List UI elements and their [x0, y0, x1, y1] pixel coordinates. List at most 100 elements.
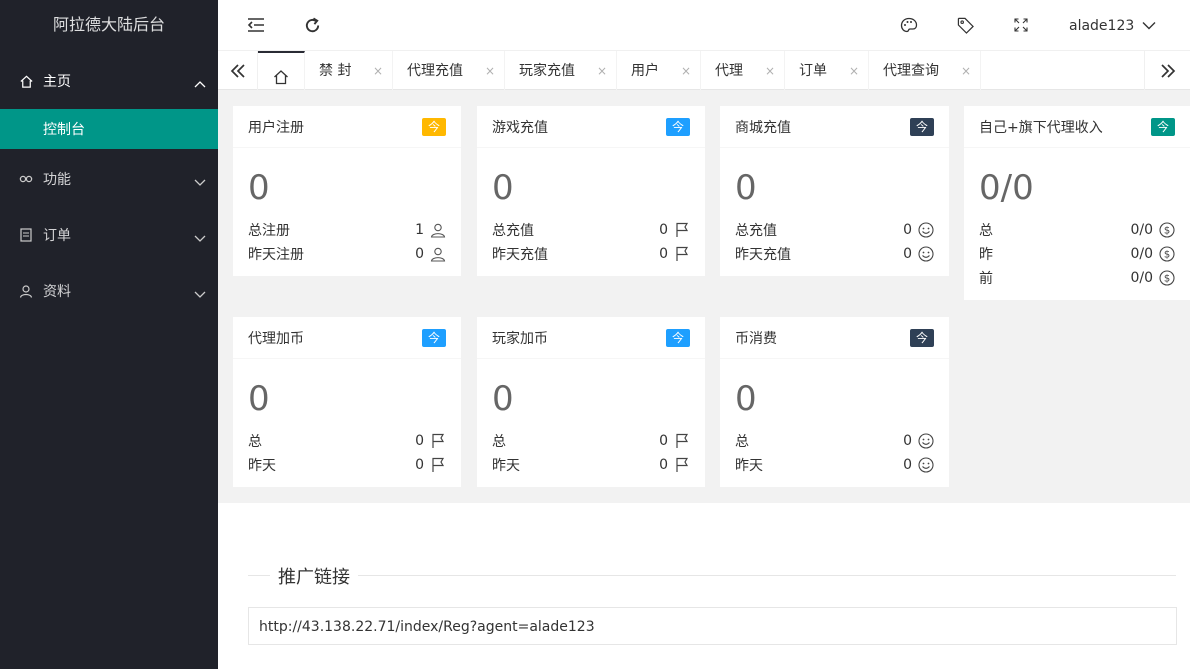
- row-value: 0: [415, 246, 424, 262]
- card-row: 总 0: [720, 429, 949, 453]
- row-value: 0: [659, 433, 668, 449]
- promo-link-field[interactable]: http://43.138.22.71/index/Reg?agent=alad…: [248, 607, 1177, 645]
- svg-text:$: $: [1164, 250, 1170, 261]
- sidebar-item-label: 功能: [43, 172, 71, 188]
- flag-icon: [674, 433, 690, 449]
- today-badge: 今: [1151, 117, 1175, 136]
- tab-label: 禁 封: [319, 63, 352, 79]
- card-row: 昨天 0: [233, 453, 461, 477]
- tab-bar: 禁 封 × 代理充值 × 玩家充值 × 用户 × 代理 × 订单 × 代理查询 …: [218, 50, 1190, 90]
- sidebar-item-features[interactable]: 功能: [0, 151, 218, 207]
- smile-icon: [918, 433, 934, 449]
- tab-label: 用户: [631, 63, 659, 79]
- chevron-up-icon: [194, 76, 206, 88]
- sidebar-item-profile[interactable]: 资料: [0, 263, 218, 319]
- card-row: 总充值 0: [720, 218, 949, 242]
- tab-player-recharge[interactable]: 玩家充值 ×: [505, 51, 617, 90]
- tab-home[interactable]: [258, 51, 305, 90]
- flag-icon: [674, 222, 690, 238]
- row-label: 昨天充值: [492, 247, 548, 263]
- menu-collapse-icon[interactable]: [246, 15, 266, 35]
- tab-scroll-right-icon[interactable]: [1144, 51, 1190, 90]
- refresh-icon[interactable]: [302, 15, 322, 35]
- card-title: 币消费: [735, 330, 777, 347]
- close-icon[interactable]: ×: [849, 51, 859, 91]
- card-value: 0: [735, 379, 757, 419]
- row-label: 总注册: [248, 223, 290, 239]
- card-title: 游戏充值: [492, 119, 548, 136]
- row-label: 总充值: [735, 223, 777, 239]
- divider: [248, 575, 1176, 576]
- card-row: 总 0: [477, 429, 705, 453]
- close-icon[interactable]: ×: [765, 51, 775, 91]
- flag-icon: [674, 457, 690, 473]
- today-badge: 今: [666, 328, 690, 347]
- row-label: 昨: [979, 247, 993, 263]
- card-value: 0: [492, 168, 514, 208]
- chevron-down-icon: [194, 286, 206, 298]
- row-value: 0: [659, 246, 668, 262]
- today-badge: 今: [422, 117, 446, 136]
- stat-card-agent-income: 自己+旗下代理收入 今 0/0 总 0/0 $ 昨 0/0 $ 前 0/0 $: [964, 106, 1190, 300]
- card-title: 用户注册: [248, 119, 304, 136]
- close-icon[interactable]: ×: [597, 51, 607, 91]
- row-value: 0: [659, 457, 668, 473]
- tab-orders[interactable]: 订单 ×: [785, 51, 869, 90]
- row-label: 前: [979, 271, 993, 287]
- row-value: 0/0: [1130, 270, 1153, 286]
- row-value: 0: [415, 433, 424, 449]
- card-value: 0: [248, 379, 270, 419]
- tab-agent-recharge[interactable]: 代理充值 ×: [393, 51, 505, 90]
- sidebar-item-orders[interactable]: 订单: [0, 207, 218, 263]
- sidebar-item-label: 资料: [43, 284, 71, 300]
- sidebar-item-home[interactable]: 主页: [0, 53, 218, 109]
- card-title: 商城充值: [735, 119, 791, 136]
- card-title: 自己+旗下代理收入: [979, 119, 1103, 136]
- tab-agents[interactable]: 代理 ×: [701, 51, 785, 90]
- card-value: 0/0: [979, 168, 1034, 208]
- user-icon: [430, 246, 446, 262]
- row-value: 0/0: [1130, 246, 1153, 262]
- row-value: 0/0: [1130, 222, 1153, 238]
- row-value: 0: [659, 222, 668, 238]
- card-title: 代理加币: [248, 330, 304, 347]
- tab-agent-query[interactable]: 代理查询 ×: [869, 51, 981, 90]
- chevron-down-icon: [1142, 0, 1156, 52]
- user-icon: [430, 222, 446, 238]
- tab-users[interactable]: 用户 ×: [617, 51, 701, 90]
- card-title: 玩家加币: [492, 330, 548, 347]
- link-icon: [18, 171, 34, 187]
- row-value: 0: [903, 246, 912, 262]
- sidebar-item-label: 主页: [43, 74, 71, 90]
- promo-title: 推广链接: [270, 563, 358, 589]
- user-menu[interactable]: alade123: [1069, 0, 1156, 50]
- row-label: 昨天充值: [735, 247, 791, 263]
- dollar-icon: $: [1159, 246, 1175, 262]
- dollar-icon: $: [1159, 270, 1175, 286]
- chevron-down-icon: [194, 230, 206, 242]
- card-value: 0: [735, 168, 757, 208]
- row-label: 昨天: [735, 458, 763, 474]
- row-value: 1: [415, 222, 424, 238]
- today-badge: 今: [422, 328, 446, 347]
- close-icon[interactable]: ×: [681, 51, 691, 91]
- close-icon[interactable]: ×: [373, 51, 383, 91]
- tab-label: 代理查询: [883, 63, 939, 79]
- theme-icon[interactable]: [899, 15, 919, 35]
- stat-card-agent-coins: 代理加币 今 0 总 0 昨天 0: [233, 317, 461, 487]
- sidebar-subitem-console[interactable]: 控制台: [0, 109, 218, 149]
- row-value: 0: [903, 433, 912, 449]
- close-icon[interactable]: ×: [485, 51, 495, 91]
- row-value: 0: [903, 457, 912, 473]
- chevron-down-icon: [194, 174, 206, 186]
- tab-ban[interactable]: 禁 封 ×: [305, 51, 393, 90]
- close-icon[interactable]: ×: [961, 51, 971, 91]
- card-row: 总 0/0 $: [964, 218, 1190, 242]
- tag-icon[interactable]: [955, 15, 975, 35]
- today-badge: 今: [910, 328, 934, 347]
- fullscreen-icon[interactable]: [1011, 15, 1031, 35]
- card-row: 总 0: [233, 429, 461, 453]
- tab-scroll-left-icon[interactable]: [218, 51, 258, 90]
- flag-icon: [430, 457, 446, 473]
- row-label: 总: [979, 223, 993, 239]
